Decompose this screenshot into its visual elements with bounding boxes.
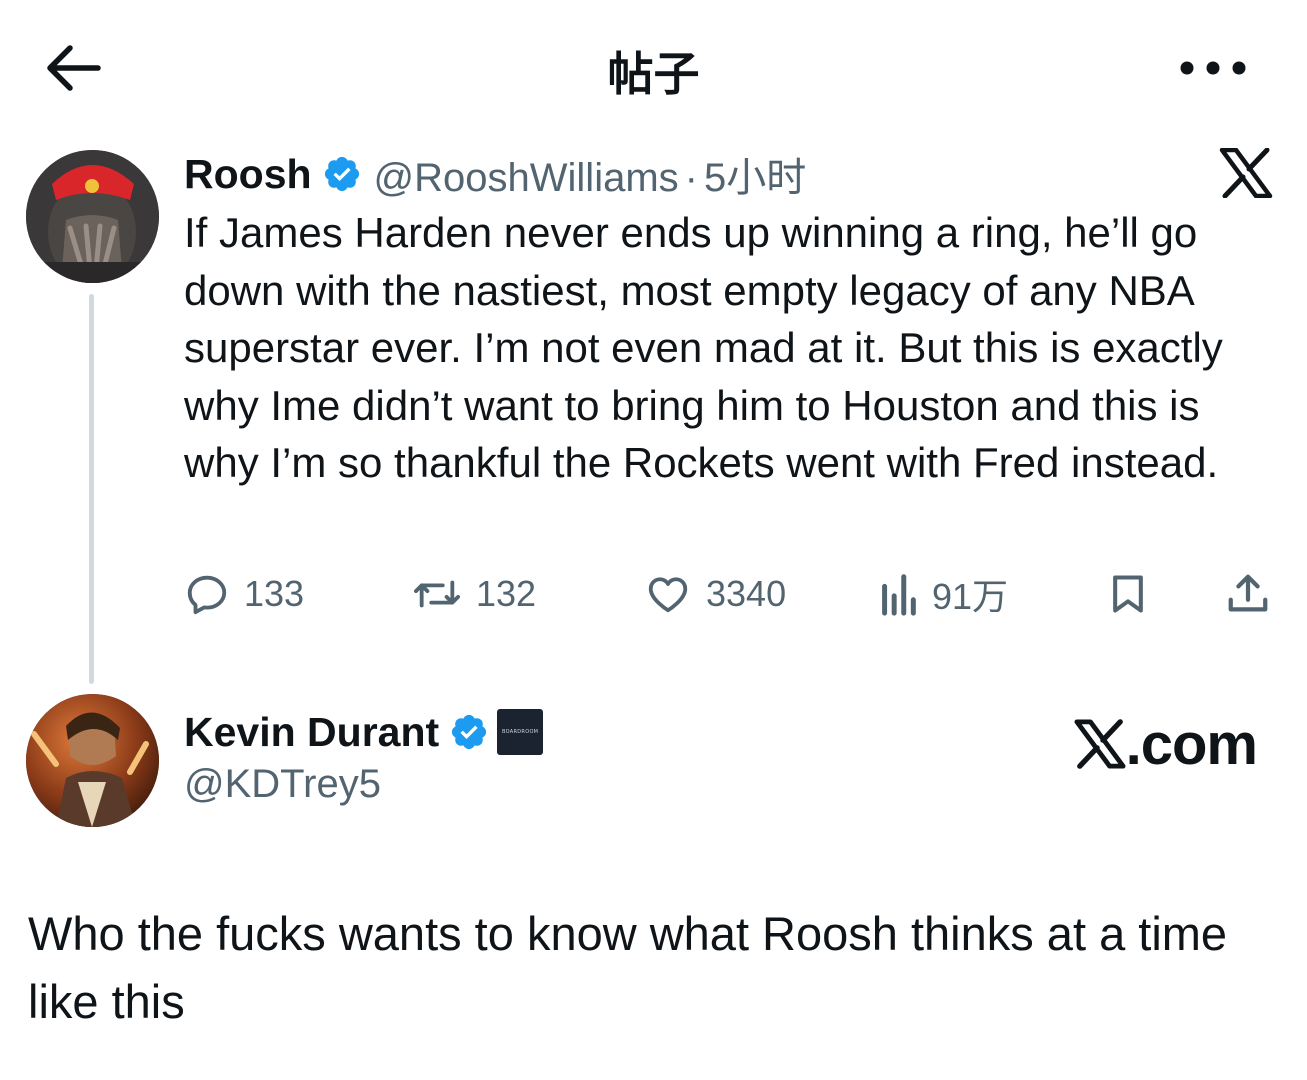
repost-button[interactable]: 132: [412, 568, 536, 620]
tweet-action-bar: 133 132 3340 91万: [184, 568, 1284, 620]
views-button[interactable]: 91万: [878, 568, 1008, 620]
watermark-domain-text: .com: [1125, 711, 1258, 777]
author-handle-and-time: @RooshWilliams · 5小时: [374, 145, 807, 203]
reply-author-display-name[interactable]: Kevin Durant: [184, 709, 439, 756]
profile-photo-image: [26, 694, 159, 827]
x-logo-icon: [1219, 148, 1273, 198]
avatar[interactable]: [26, 150, 159, 283]
thread-connector-line: [89, 294, 94, 684]
share-button[interactable]: [1224, 568, 1272, 620]
meta-separator: ·: [684, 156, 698, 200]
bookmark-icon: [1113, 575, 1143, 613]
like-button[interactable]: 3340: [644, 568, 786, 620]
reply-text: Who the fucks wants to know what Roosh t…: [28, 907, 1228, 1028]
x-logo-icon: [1074, 719, 1126, 769]
reply-header: Kevin Durant BOARDROOM: [184, 704, 544, 760]
more-horizontal-icon: [1180, 61, 1246, 75]
tweet-header: Roosh @RooshWilliams · 5小时: [184, 146, 806, 202]
share-icon: [1228, 574, 1268, 612]
xcom-watermark: .com: [1074, 711, 1258, 777]
reply-button[interactable]: 133: [184, 568, 304, 620]
heart-icon: [648, 577, 688, 613]
avatar[interactable]: [26, 694, 159, 827]
reply-author-handle[interactable]: @KDTrey5: [184, 762, 381, 807]
analytics-icon: [882, 574, 916, 616]
repost-icon: [413, 580, 460, 608]
profile-photo-image: [26, 150, 159, 283]
reply-count: 133: [244, 573, 305, 614]
author-display-name[interactable]: Roosh: [184, 151, 312, 198]
tweet-text: If James Harden never ends up winning a …: [184, 209, 1223, 486]
view-count: 91万: [932, 576, 1009, 617]
affiliate-badge[interactable]: BOARDROOM: [497, 709, 544, 755]
verified-badge-icon: [452, 714, 487, 750]
verified-badge-icon: [324, 156, 359, 192]
like-count: 3340: [706, 573, 787, 614]
author-handle[interactable]: @RooshWilliams: [374, 156, 679, 200]
repost-count: 132: [476, 573, 537, 614]
more-options-button[interactable]: [1177, 54, 1249, 82]
tweet-timestamp[interactable]: 5小时: [704, 156, 806, 200]
page-title: 帖子: [607, 47, 700, 101]
top-navigation-bar: 帖子: [0, 0, 1307, 130]
affiliate-badge-label: BOARDROOM: [502, 729, 539, 735]
reply-icon: [187, 575, 227, 615]
bookmark-button[interactable]: [1106, 568, 1150, 620]
